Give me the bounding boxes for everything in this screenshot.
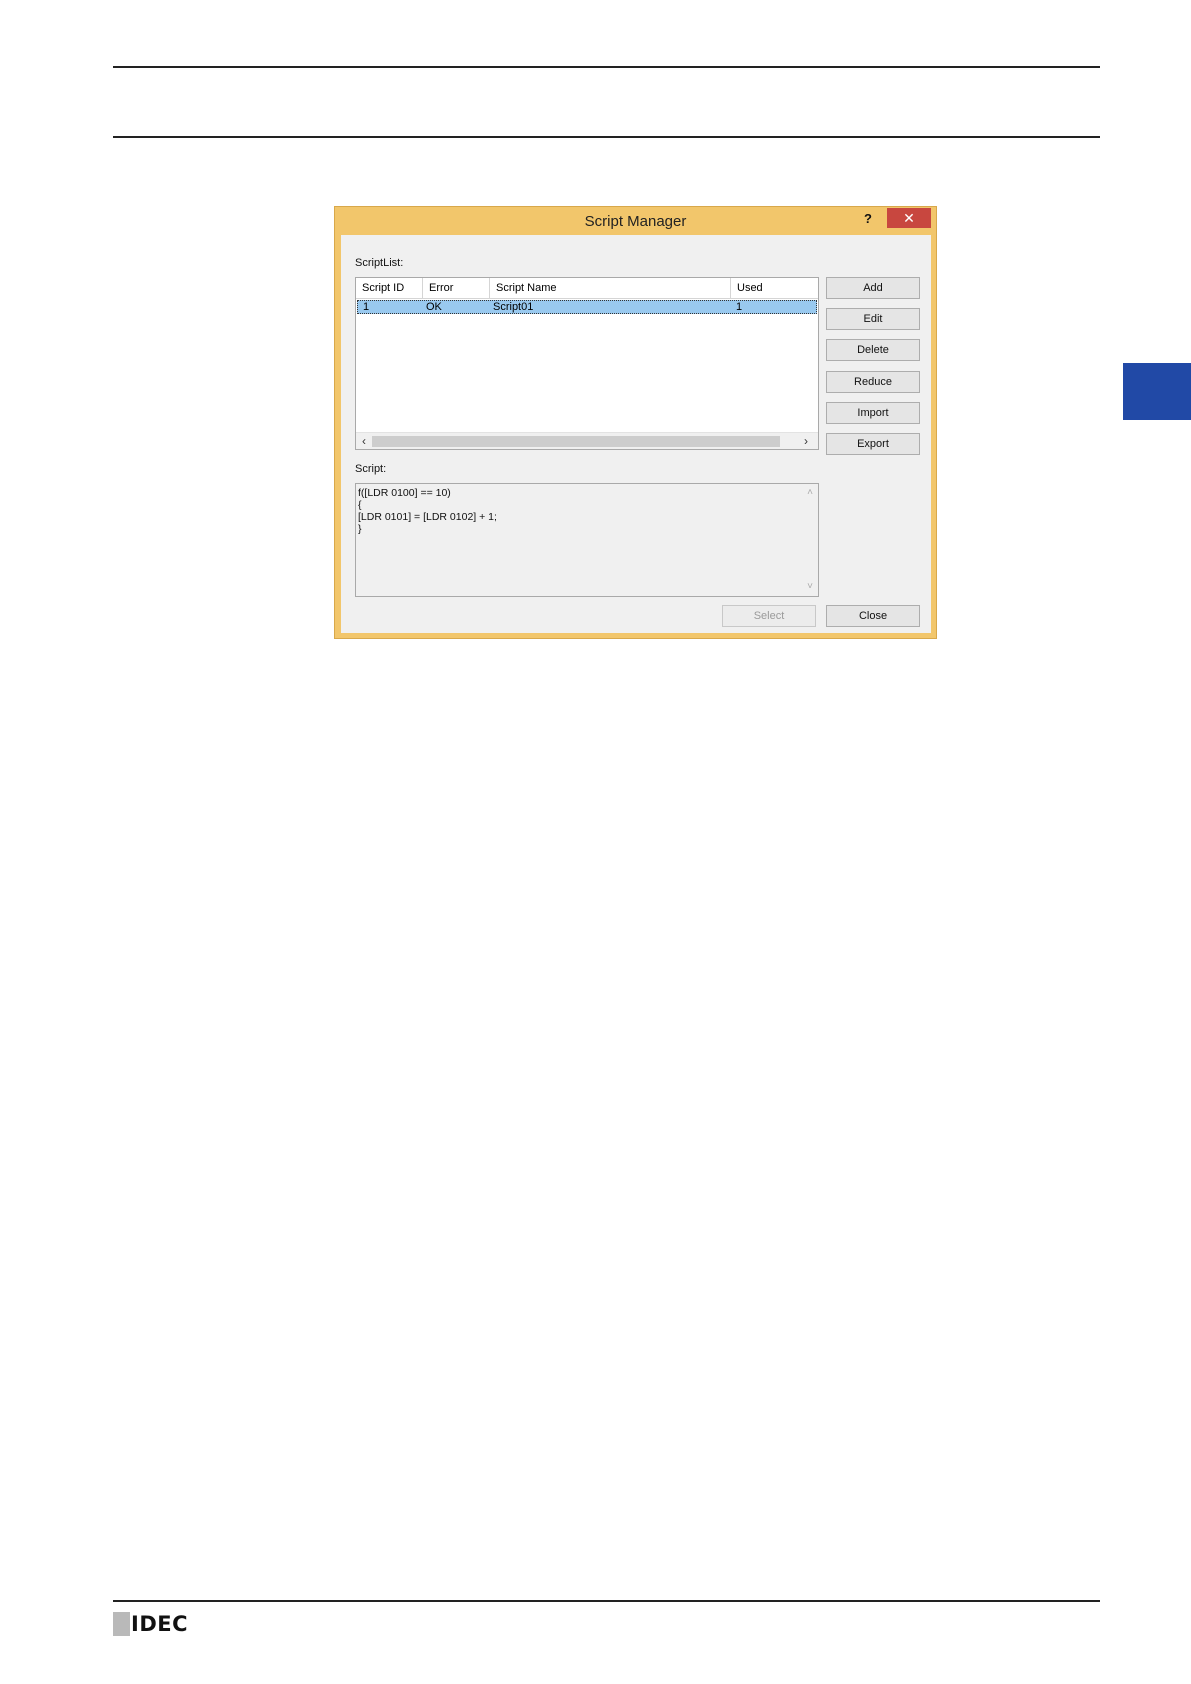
list-header: Script ID Error Script Name Used [356,278,818,299]
chevron-left-icon[interactable]: ‹ [356,433,372,449]
script-line: { [358,499,362,511]
column-header-used[interactable]: Used [731,278,818,298]
script-list[interactable]: Script ID Error Script Name Used 1 OK Sc… [355,277,819,450]
column-header-script-name[interactable]: Script Name [490,278,731,298]
script-text-area[interactable]: f([LDR 0100] == 10) { [LDR 0101] = [LDR … [355,483,819,597]
cell-script-id: 1 [363,301,370,313]
logo-text: IDEC [131,1612,189,1636]
footer-rule [113,1600,1100,1602]
cell-script-name: Script01 [493,301,534,313]
reduce-button[interactable]: Reduce [826,371,920,393]
help-button[interactable]: ? [858,210,878,228]
chevron-up-icon[interactable]: ˄ [802,486,818,500]
dialog-client-area: ScriptList: Script ID Error Script Name … [341,235,931,633]
script-line: [LDR 0101] = [LDR 0102] + 1; [358,511,497,523]
import-button[interactable]: Import [826,402,920,424]
idec-logo: IDEC [113,1612,188,1636]
table-row[interactable]: 1 OK Script01 1 [357,300,817,314]
cell-error: OK [426,301,442,313]
script-list-label: ScriptList: [355,257,404,269]
column-header-error[interactable]: Error [423,278,490,298]
header-rule [113,136,1100,138]
vertical-scrollbar[interactable]: ˄ ˅ [802,484,818,596]
script-label: Script: [355,463,387,475]
chapter-tab-marker [1123,363,1191,420]
script-line: f([LDR 0100] == 10) [358,487,451,499]
top-rule [113,66,1100,68]
dialog-title: Script Manager [584,213,687,230]
close-button[interactable]: Close [826,605,920,627]
column-header-script-id[interactable]: Script ID [356,278,423,298]
delete-button[interactable]: Delete [826,339,920,361]
script-line: } [358,523,362,535]
cell-used: 1 [736,301,743,313]
logo-block-icon [113,1612,130,1636]
script-code: f([LDR 0100] == 10) { [LDR 0101] = [LDR … [358,487,497,535]
edit-button[interactable]: Edit [826,308,920,330]
chevron-right-icon[interactable]: › [798,433,814,449]
add-button[interactable]: Add [826,277,920,299]
horizontal-scrollbar[interactable]: ‹ › [356,432,818,449]
close-window-button[interactable]: ✕ [887,208,931,228]
scrollbar-thumb[interactable] [372,436,780,447]
script-manager-dialog: Script Manager ? ✕ ScriptList: Script ID… [334,206,937,639]
export-button[interactable]: Export [826,433,920,455]
chevron-down-icon[interactable]: ˅ [802,580,818,594]
title-bar[interactable]: Script Manager ? ✕ [335,207,936,235]
select-button[interactable]: Select [722,605,816,627]
